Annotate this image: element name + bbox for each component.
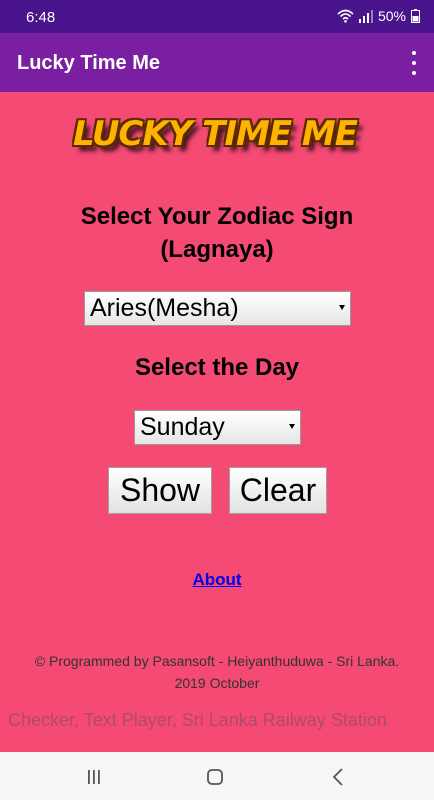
zodiac-heading-line2: (Lagnaya) (160, 236, 274, 263)
status-time: 6:48 (26, 9, 56, 26)
home-icon[interactable] (201, 766, 229, 788)
signal-icon (358, 9, 373, 23)
day-select-value: Sunday (140, 413, 225, 441)
app-bar: Lucky Time Me (0, 33, 434, 92)
overflow-menu-icon[interactable] (408, 51, 420, 75)
clear-button[interactable]: Clear (229, 467, 327, 514)
battery-icon (411, 9, 420, 23)
recents-icon[interactable] (80, 766, 108, 788)
app-logo: LUCKY TIME ME (62, 107, 368, 161)
marquee-text: Checker, Text Player, Sri Lanka Railway … (8, 710, 387, 730)
footer-credit: © Programmed by Pasansoft - Heiyanthuduw… (0, 650, 434, 694)
zodiac-select[interactable]: Aries(Mesha) (84, 291, 351, 326)
scrolling-marquee: Checker, Text Player, Sri Lanka Railway … (0, 708, 434, 734)
credit-line2: 2019 October (174, 675, 260, 691)
overflow-dot (412, 71, 416, 75)
zodiac-select-value: Aries(Mesha) (90, 294, 239, 322)
logo-text: LUCKY TIME ME (73, 114, 358, 154)
wifi-icon (337, 9, 354, 23)
overflow-dot (412, 61, 416, 65)
dropdown-arrow-icon (339, 305, 345, 310)
dropdown-arrow-icon (289, 424, 295, 429)
status-bar: 6:48 50% (0, 0, 434, 33)
status-icons: 50% (337, 8, 420, 24)
battery-percentage: 50% (377, 8, 406, 24)
credit-line1: © Programmed by Pasansoft - Heiyanthuduw… (34, 653, 400, 669)
zodiac-heading-line1: Select Your Zodiac Sign (80, 203, 354, 230)
about-link[interactable]: About (0, 570, 434, 590)
day-select[interactable]: Sunday (134, 410, 301, 445)
system-nav-bar (0, 752, 434, 800)
app-title: Lucky Time Me (17, 52, 161, 74)
day-heading: Select the Day (134, 354, 300, 381)
show-button[interactable]: Show (108, 467, 212, 514)
zodiac-heading: Select Your Zodiac Sign (Lagnaya) (0, 200, 434, 266)
overflow-dot (412, 51, 416, 55)
back-icon[interactable] (325, 766, 353, 788)
